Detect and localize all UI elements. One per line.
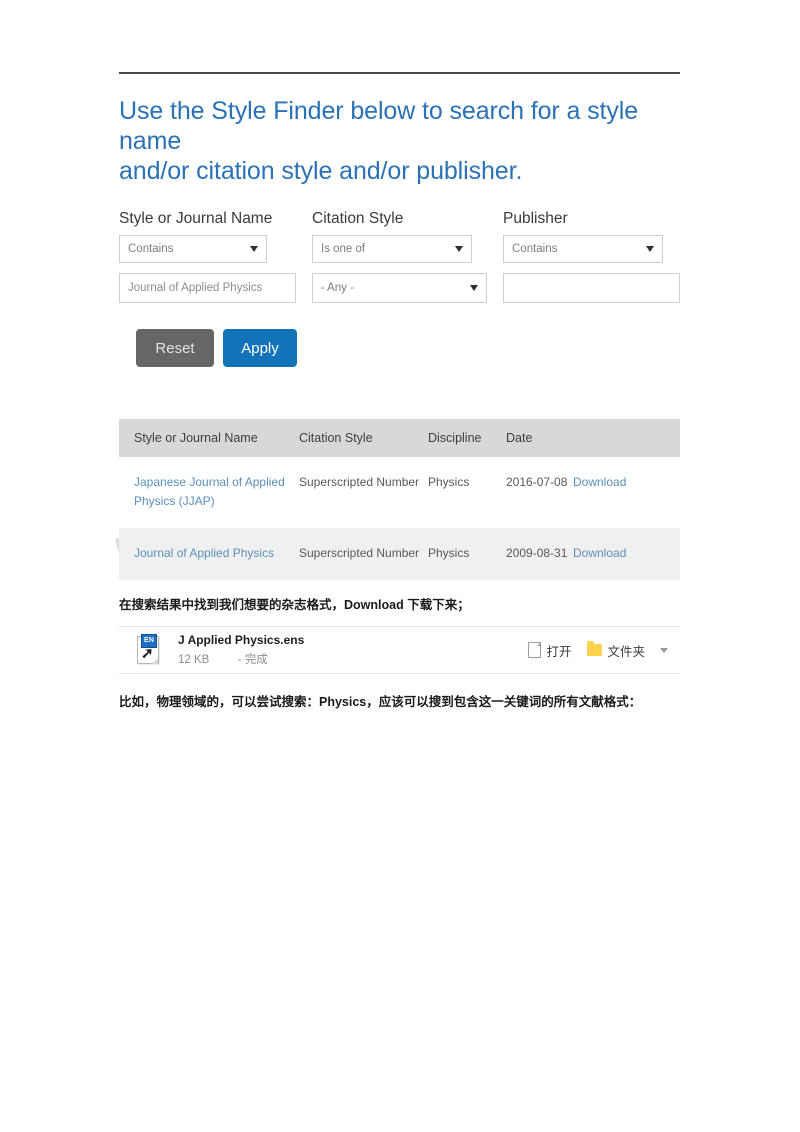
cell-discipline: Physics xyxy=(428,546,470,560)
cell-citation-style: Superscripted Number xyxy=(299,546,420,560)
filter-values-row: Journal of Applied Physics - Any - xyxy=(119,273,681,303)
operator-select-style-name[interactable]: Contains xyxy=(119,235,267,263)
page-title: Use the Style Finder below to search for… xyxy=(119,96,680,186)
cell-style-name: Journal of Applied Physics xyxy=(119,544,299,563)
operator-select-citation-style-value: Is one of xyxy=(321,243,366,255)
endnote-badge: EN xyxy=(141,634,158,648)
publisher-input[interactable] xyxy=(503,273,681,303)
open-folder-label: 文件夹 xyxy=(607,644,645,659)
column-header-date: Date xyxy=(506,430,533,445)
operator-select-publisher-value: Contains xyxy=(512,243,558,255)
table-row: Journal of Applied Physics Superscripted… xyxy=(119,528,680,580)
download-link[interactable]: Download xyxy=(573,475,626,489)
cell-date: 2016-07-08 xyxy=(506,475,568,489)
column-header-discipline: Discipline xyxy=(428,430,482,445)
column-header-citation-style: Citation Style xyxy=(299,430,373,445)
endnote-runner-glyph: ➚ xyxy=(141,645,154,662)
chevron-down-icon xyxy=(250,246,258,252)
cell-date: 2009-08-31 xyxy=(506,546,568,560)
style-name-link[interactable]: Journal of Applied Physics xyxy=(134,546,274,560)
form-actions: Reset Apply xyxy=(136,329,680,367)
page-title-line1: Use the Style Finder below to search for… xyxy=(119,97,639,155)
download-link[interactable]: Download xyxy=(573,546,626,560)
table-header-row: Style or Journal Name Citation Style Dis… xyxy=(119,419,680,457)
caption-download-instruction: 在搜索结果中找到我们想要的杂志格式，Download 下载下来； xyxy=(119,598,470,612)
document-icon xyxy=(528,642,542,658)
download-filename[interactable]: J Applied Physics.ens xyxy=(178,633,512,647)
results-table: www.weizhuannet.com Style or Journal Nam… xyxy=(115,419,680,580)
citation-style-select[interactable]: - Any - xyxy=(311,273,488,303)
download-filesize: 12 KB xyxy=(178,654,210,666)
caption-search-tip: 比如，物理领域的，可以尝试搜索：Physics，应该可以搜到包含这一关键词的所有… xyxy=(119,695,642,709)
document-page: Use the Style Finder below to search for… xyxy=(115,0,681,712)
style-name-input[interactable]: Journal of Applied Physics xyxy=(119,273,296,303)
chevron-down-icon xyxy=(455,246,463,252)
cell-citation-style: Superscripted Number xyxy=(299,475,420,489)
label-citation-style: Citation Style xyxy=(312,210,404,227)
operator-select-style-name-value: Contains xyxy=(128,243,174,255)
download-file-info: J Applied Physics.ens 12 KB - 完成 xyxy=(178,633,512,667)
open-file-label: 打开 xyxy=(546,644,572,659)
filter-labels-row: Style or Journal Name Citation Style Pub… xyxy=(119,210,680,228)
style-finder-form: Style or Journal Name Citation Style Pub… xyxy=(119,210,681,400)
reset-button[interactable]: Reset xyxy=(136,329,214,367)
open-folder-button[interactable]: 文件夹 xyxy=(587,641,645,660)
operator-select-publisher[interactable]: Contains xyxy=(503,235,663,263)
download-status: - 完成 xyxy=(237,654,268,666)
operator-select-citation-style[interactable]: Is one of xyxy=(312,235,472,263)
folder-icon xyxy=(587,641,603,656)
style-name-input-value: Journal of Applied Physics xyxy=(128,282,263,294)
page-title-line2: and/or citation style and/or publisher. xyxy=(119,157,523,185)
cell-style-name: Japanese Journal of Applied Physics (JJA… xyxy=(119,473,299,511)
chevron-down-icon[interactable] xyxy=(660,647,668,653)
cell-download: Download xyxy=(573,544,663,563)
table-row: Japanese Journal of Applied Physics (JJA… xyxy=(119,457,680,528)
open-file-button[interactable]: 打开 xyxy=(528,641,571,660)
download-actions: 打开 文件夹 xyxy=(512,641,668,660)
label-publisher: Publisher xyxy=(503,210,568,227)
cell-discipline: Physics xyxy=(428,475,470,489)
endnote-file-icon: ➚ EN xyxy=(135,634,161,665)
apply-button[interactable]: Apply xyxy=(223,329,297,367)
top-divider xyxy=(119,72,680,74)
cell-download: Download xyxy=(573,473,663,492)
label-style-or-journal-name: Style or Journal Name xyxy=(119,210,273,227)
style-name-link[interactable]: Japanese Journal of Applied Physics (JJA… xyxy=(134,475,285,508)
filter-operators-row: Contains Is one of Contains xyxy=(119,235,680,263)
download-status-line: 12 KB - 完成 xyxy=(178,651,512,667)
citation-style-select-value: - Any - xyxy=(320,282,354,294)
download-bar: ➚ EN J Applied Physics.ens 12 KB - 完成 打开… xyxy=(119,626,680,674)
column-header-name: Style or Journal Name xyxy=(134,430,258,445)
chevron-down-icon xyxy=(646,246,654,252)
chevron-down-icon xyxy=(470,285,479,291)
